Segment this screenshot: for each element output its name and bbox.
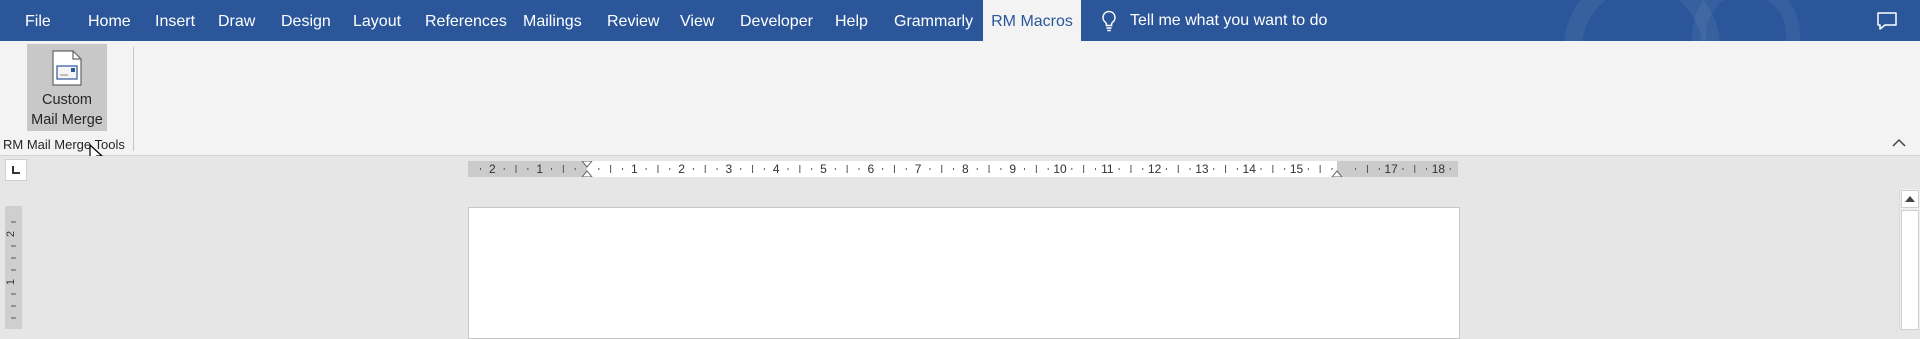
- ruler-number: 10: [1053, 162, 1067, 176]
- ribbon-tab-bar: File Home Insert Draw Design Layout Refe…: [0, 0, 1920, 41]
- tab-grammarly[interactable]: Grammarly: [894, 0, 973, 41]
- ruler-number: 2: [489, 162, 496, 176]
- ruler-number: 12: [1148, 162, 1162, 176]
- ruler-number: 1: [536, 162, 543, 176]
- tab-review[interactable]: Review: [607, 0, 659, 41]
- tell-me-label: Tell me what you want to do: [1130, 11, 1328, 29]
- tab-references[interactable]: References: [425, 0, 507, 41]
- vertical-ruler: 21: [5, 206, 22, 329]
- tab-rm-macros[interactable]: RM Macros: [983, 0, 1081, 41]
- tell-me-search[interactable]: Tell me what you want to do: [1100, 0, 1327, 41]
- document-area: 2 1 1 2 3 4 5 6 7 8 9 10 11 12 13 14 15 17 18 21: [0, 156, 1920, 339]
- document-icon: [52, 50, 82, 86]
- ruler-number: 3: [726, 162, 733, 176]
- tab-insert[interactable]: Insert: [155, 0, 195, 41]
- custom-mail-merge-button[interactable]: Custom Mail Merge: [27, 44, 107, 131]
- tab-view[interactable]: View: [680, 0, 714, 41]
- tab-stop-selector[interactable]: [5, 159, 27, 181]
- ruler-number: 9: [1009, 162, 1016, 176]
- ruler-number: 2: [5, 231, 17, 237]
- ribbon-panel: Custom Mail Merge RM Mail Merge Tools: [0, 41, 1920, 165]
- ruler-number: 13: [1195, 162, 1209, 176]
- collapse-ribbon-icon[interactable]: [1892, 138, 1906, 148]
- scroll-up-button[interactable]: [1901, 190, 1919, 208]
- tab-home[interactable]: Home: [88, 0, 131, 41]
- document-page[interactable]: [468, 207, 1460, 339]
- arrow-up-icon: [1905, 196, 1915, 202]
- tab-design[interactable]: Design: [281, 0, 331, 41]
- ruler-number: 14: [1243, 162, 1257, 176]
- ruler-number: 11: [1101, 162, 1114, 176]
- tab-developer[interactable]: Developer: [740, 0, 813, 41]
- tab-layout[interactable]: Layout: [353, 0, 401, 41]
- ruler-number: 18: [1432, 162, 1446, 176]
- ruler-number: 2: [678, 162, 685, 176]
- ruler-number: 15: [1290, 162, 1304, 176]
- tab-help[interactable]: Help: [835, 0, 868, 41]
- ruler-number: 8: [962, 162, 969, 176]
- group-separator: [133, 47, 134, 151]
- ruler-number: 4: [773, 162, 780, 176]
- ruler-number: 6: [867, 162, 874, 176]
- lightbulb-icon: [1102, 10, 1116, 31]
- vertical-scrollbar[interactable]: [1899, 189, 1920, 330]
- scroll-thumb[interactable]: [1901, 210, 1919, 330]
- ruler-number: 17: [1384, 162, 1398, 176]
- tab-draw[interactable]: Draw: [218, 0, 255, 41]
- button-label-line2: Mail Merge: [31, 112, 103, 128]
- tab-mailings[interactable]: Mailings: [523, 0, 582, 41]
- ruler-number: 7: [915, 162, 922, 176]
- button-label-line1: Custom: [42, 92, 92, 108]
- ruler-number: 1: [631, 162, 638, 176]
- tab-file[interactable]: File: [25, 0, 51, 41]
- ruler-number: 1: [5, 279, 17, 285]
- group-label: RM Mail Merge Tools: [3, 137, 125, 152]
- left-tab-icon: [12, 166, 20, 174]
- background-decoration: [1692, 0, 1800, 41]
- ruler-number: 5: [820, 162, 827, 176]
- horizontal-ruler[interactable]: 2 1 1 2 3 4 5 6 7 8 9 10 11 12 13 14 15 17 18: [468, 161, 1458, 177]
- comments-icon[interactable]: [1876, 11, 1898, 31]
